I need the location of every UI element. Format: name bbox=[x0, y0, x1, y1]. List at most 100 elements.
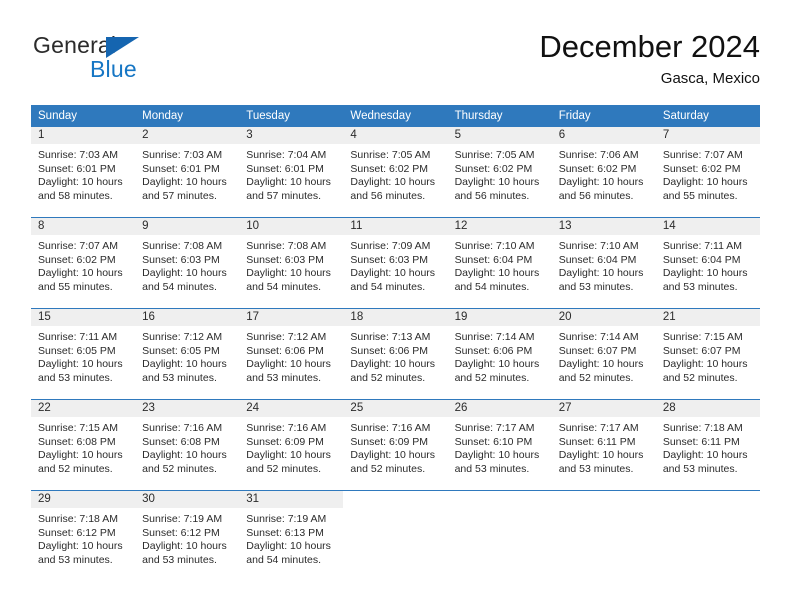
daylight-text-line1: Daylight: 10 hours bbox=[142, 358, 227, 371]
day-cell[interactable]: 7 Sunrise: 7:07 AM Sunset: 6:02 PM Daylight… bbox=[655, 127, 760, 218]
day-cell[interactable]: 29 Sunrise: 7:18 AM Sunset: 6:12 PM Dayligh… bbox=[31, 490, 136, 581]
day-details: Sunrise: 7:03 AM Sunset: 6:01 PM Daylight:… bbox=[31, 144, 135, 203]
day-number: 27 bbox=[551, 400, 656, 417]
day-number: 6 bbox=[551, 127, 656, 144]
calendar-week-row: 1 Sunrise: 7:03 AM Sunset: 6:01 PM Daylight… bbox=[31, 127, 760, 218]
page-header: General Blue December 2024 Gasca, Mexico bbox=[31, 28, 760, 98]
day-cell[interactable]: 3 Sunrise: 7:04 AM Sunset: 6:01 PM Daylight… bbox=[239, 127, 344, 218]
day-cell[interactable]: 21 Sunrise: 7:15 AM Sunset: 6:07 PM Dayligh… bbox=[655, 308, 760, 400]
day-details: Sunrise: 7:11 AM Sunset: 6:04 PM Daylight:… bbox=[656, 235, 760, 294]
daylight-text-line1: Daylight: 10 hours bbox=[662, 358, 748, 371]
daylight-text-line2: and 57 minutes. bbox=[142, 189, 217, 202]
day-details: Sunrise: 7:07 AM Sunset: 6:02 PM Daylight:… bbox=[31, 235, 135, 294]
day-cell[interactable]: 15 Sunrise: 7:11 AM Sunset: 6:05 PM Dayligh… bbox=[31, 308, 136, 400]
sunset-text: Sunset: 6:07 PM bbox=[558, 344, 637, 357]
weekday-header-thursday: Thursday bbox=[447, 105, 552, 127]
sunrise-text: Sunrise: 7:05 AM bbox=[350, 149, 431, 161]
day-number: 15 bbox=[31, 309, 136, 326]
day-number: 13 bbox=[551, 218, 656, 235]
daylight-text-line2: and 56 minutes. bbox=[558, 189, 634, 202]
page-title: December 2024 bbox=[539, 29, 760, 64]
daylight-text-line2: and 55 minutes. bbox=[38, 280, 113, 293]
daylight-text-line2: and 52 minutes. bbox=[350, 462, 426, 475]
day-details: Sunrise: 7:09 AM Sunset: 6:03 PM Daylight:… bbox=[343, 235, 447, 294]
sunset-text: Sunset: 6:11 PM bbox=[662, 435, 740, 448]
daylight-text-line1: Daylight: 10 hours bbox=[38, 176, 123, 189]
sunset-text: Sunset: 6:11 PM bbox=[558, 435, 636, 448]
sunset-text: Sunset: 6:01 PM bbox=[38, 162, 116, 175]
day-cell[interactable]: 9 Sunrise: 7:08 AM Sunset: 6:03 PM Daylight… bbox=[135, 217, 240, 309]
day-cell[interactable]: 13 Sunrise: 7:10 AM Sunset: 6:04 PM Dayligh… bbox=[551, 217, 656, 309]
day-cell[interactable]: 30 Sunrise: 7:19 AM Sunset: 6:12 PM Dayligh… bbox=[135, 490, 240, 581]
day-details: Sunrise: 7:14 AM Sunset: 6:07 PM Daylight:… bbox=[552, 326, 656, 385]
day-cell[interactable]: 5 Sunrise: 7:05 AM Sunset: 6:02 PM Daylight… bbox=[447, 127, 552, 218]
daylight-text-line2: and 56 minutes. bbox=[454, 189, 530, 202]
day-cell[interactable]: 31 Sunrise: 7:19 AM Sunset: 6:13 PM Dayligh… bbox=[239, 490, 344, 581]
sunset-text: Sunset: 6:06 PM bbox=[246, 344, 324, 357]
day-cell[interactable]: 10 Sunrise: 7:08 AM Sunset: 6:03 PM Dayligh… bbox=[239, 217, 344, 309]
daylight-text-line2: and 53 minutes. bbox=[38, 553, 113, 566]
sunrise-text: Sunrise: 7:07 AM bbox=[38, 240, 118, 252]
daylight-text-line2: and 52 minutes. bbox=[38, 462, 113, 475]
day-cell[interactable]: 23 Sunrise: 7:16 AM Sunset: 6:08 PM Dayligh… bbox=[135, 399, 240, 491]
day-cell[interactable]: 14 Sunrise: 7:11 AM Sunset: 6:04 PM Dayligh… bbox=[655, 217, 760, 309]
daylight-text-line1: Daylight: 10 hours bbox=[38, 267, 123, 280]
day-details: Sunrise: 7:19 AM Sunset: 6:12 PM Daylight:… bbox=[135, 508, 239, 567]
day-cell[interactable]: 1 Sunrise: 7:03 AM Sunset: 6:01 PM Daylight… bbox=[31, 127, 136, 218]
day-number: 30 bbox=[135, 491, 240, 508]
daylight-text-line2: and 57 minutes. bbox=[246, 189, 321, 202]
day-details: Sunrise: 7:04 AM Sunset: 6:01 PM Daylight:… bbox=[239, 144, 343, 203]
day-cell[interactable]: 4 Sunrise: 7:05 AM Sunset: 6:02 PM Daylight… bbox=[343, 127, 448, 218]
day-details: Sunrise: 7:03 AM Sunset: 6:01 PM Daylight:… bbox=[135, 144, 239, 203]
day-number: 29 bbox=[31, 491, 136, 508]
day-cell[interactable]: 16 Sunrise: 7:12 AM Sunset: 6:05 PM Dayligh… bbox=[135, 308, 240, 400]
daylight-text-line1: Daylight: 10 hours bbox=[246, 267, 331, 280]
daylight-text-line2: and 52 minutes. bbox=[662, 371, 738, 384]
day-cell[interactable]: 26 Sunrise: 7:17 AM Sunset: 6:10 PM Dayligh… bbox=[447, 399, 552, 491]
sunrise-text: Sunrise: 7:04 AM bbox=[246, 149, 327, 161]
day-cell[interactable]: 17 Sunrise: 7:12 AM Sunset: 6:06 PM Dayligh… bbox=[239, 308, 344, 400]
sunset-text: Sunset: 6:13 PM bbox=[246, 526, 324, 539]
daylight-text-line2: and 52 minutes. bbox=[142, 462, 217, 475]
day-number: 22 bbox=[31, 400, 136, 417]
sunset-text: Sunset: 6:01 PM bbox=[142, 162, 220, 175]
day-number bbox=[552, 491, 656, 508]
sunrise-text: Sunrise: 7:05 AM bbox=[454, 149, 535, 161]
day-cell-empty bbox=[551, 490, 656, 581]
day-details: Sunrise: 7:11 AM Sunset: 6:05 PM Daylight:… bbox=[31, 326, 135, 385]
weekday-header-saturday: Saturday bbox=[655, 105, 760, 127]
day-details: Sunrise: 7:08 AM Sunset: 6:03 PM Daylight:… bbox=[239, 235, 343, 294]
general-blue-logo[interactable]: General Blue bbox=[31, 32, 211, 94]
sunrise-text: Sunrise: 7:16 AM bbox=[246, 422, 327, 434]
calendar-week-row: 29 Sunrise: 7:18 AM Sunset: 6:12 PM Dayligh… bbox=[31, 490, 760, 581]
daylight-text-line1: Daylight: 10 hours bbox=[38, 540, 123, 553]
day-cell[interactable]: 11 Sunrise: 7:09 AM Sunset: 6:03 PM Dayligh… bbox=[343, 217, 448, 309]
daylight-text-line2: and 53 minutes. bbox=[558, 280, 634, 293]
daylight-text-line1: Daylight: 10 hours bbox=[246, 176, 331, 189]
day-cell-empty bbox=[343, 490, 448, 581]
day-cell[interactable]: 12 Sunrise: 7:10 AM Sunset: 6:04 PM Dayligh… bbox=[447, 217, 552, 309]
day-cell[interactable]: 2 Sunrise: 7:03 AM Sunset: 6:01 PM Daylight… bbox=[135, 127, 240, 218]
sunrise-text: Sunrise: 7:15 AM bbox=[38, 422, 118, 434]
daylight-text-line2: and 53 minutes. bbox=[558, 462, 634, 475]
day-number: 1 bbox=[31, 127, 136, 144]
day-cell[interactable]: 6 Sunrise: 7:06 AM Sunset: 6:02 PM Daylight… bbox=[551, 127, 656, 218]
day-number: 20 bbox=[551, 309, 656, 326]
day-cell[interactable]: 24 Sunrise: 7:16 AM Sunset: 6:09 PM Dayligh… bbox=[239, 399, 344, 491]
day-cell[interactable]: 22 Sunrise: 7:15 AM Sunset: 6:08 PM Dayligh… bbox=[31, 399, 136, 491]
day-cell[interactable]: 19 Sunrise: 7:14 AM Sunset: 6:06 PM Dayligh… bbox=[447, 308, 552, 400]
daylight-text-line2: and 52 minutes. bbox=[558, 371, 634, 384]
day-number: 3 bbox=[239, 127, 344, 144]
day-number: 24 bbox=[239, 400, 344, 417]
daylight-text-line1: Daylight: 10 hours bbox=[558, 267, 644, 280]
day-cell[interactable]: 20 Sunrise: 7:14 AM Sunset: 6:07 PM Dayligh… bbox=[551, 308, 656, 400]
daylight-text-line1: Daylight: 10 hours bbox=[142, 449, 227, 462]
day-cell[interactable]: 25 Sunrise: 7:16 AM Sunset: 6:09 PM Dayligh… bbox=[343, 399, 448, 491]
day-cell[interactable]: 27 Sunrise: 7:17 AM Sunset: 6:11 PM Dayligh… bbox=[551, 399, 656, 491]
sunset-text: Sunset: 6:06 PM bbox=[350, 344, 429, 357]
sunset-text: Sunset: 6:10 PM bbox=[454, 435, 533, 448]
day-cell[interactable]: 8 Sunrise: 7:07 AM Sunset: 6:02 PM Daylight… bbox=[31, 217, 136, 309]
day-cell[interactable]: 28 Sunrise: 7:18 AM Sunset: 6:11 PM Dayligh… bbox=[655, 399, 760, 491]
daylight-text-line2: and 53 minutes. bbox=[246, 371, 321, 384]
day-cell[interactable]: 18 Sunrise: 7:13 AM Sunset: 6:06 PM Dayligh… bbox=[343, 308, 448, 400]
